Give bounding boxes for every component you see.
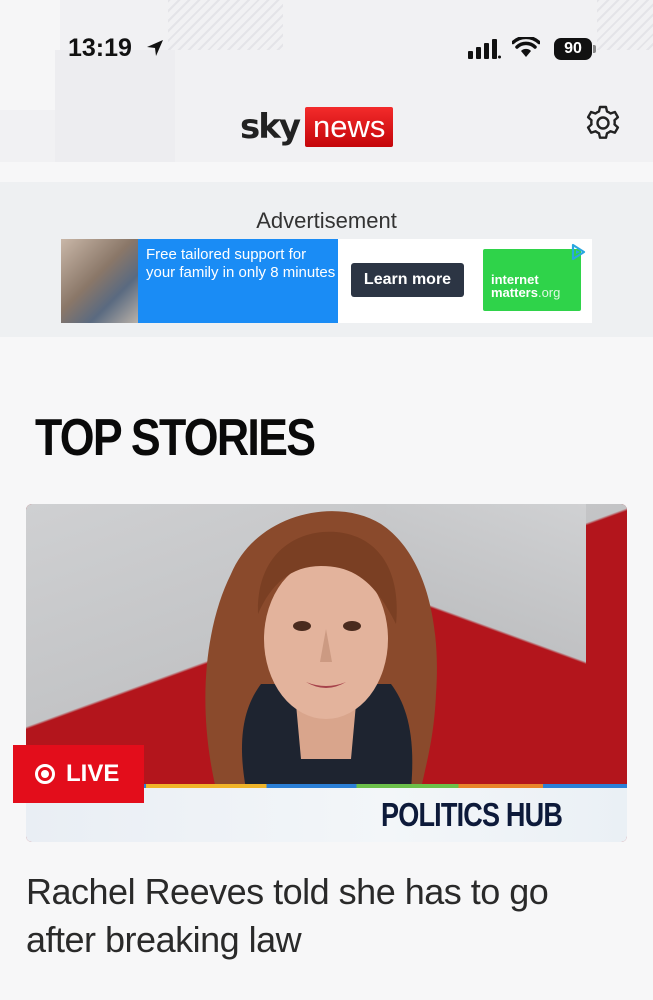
header-decoration bbox=[168, 0, 283, 50]
top-stories-heading: TOP STORIES bbox=[35, 409, 316, 467]
live-badge[interactable]: LIVE bbox=[13, 745, 144, 803]
sky-news-logo[interactable]: sky news bbox=[240, 106, 394, 148]
header-decoration bbox=[0, 0, 60, 110]
battery-level: 90 bbox=[564, 40, 582, 57]
location-arrow-icon bbox=[147, 40, 163, 56]
adchoices-icon[interactable] bbox=[569, 243, 587, 261]
live-badge-label: LIVE bbox=[66, 760, 120, 787]
learn-more-button[interactable]: Learn more bbox=[351, 263, 464, 297]
brand-suffix: .org bbox=[537, 285, 561, 300]
wifi-icon bbox=[512, 37, 540, 57]
logo-sky-text: sky bbox=[240, 107, 301, 147]
live-record-icon bbox=[35, 764, 55, 784]
ad-banner-text: Free tailored support for your family in… bbox=[138, 239, 338, 323]
gear-icon[interactable] bbox=[583, 103, 623, 143]
politics-hub-tag: POLITICS HUB bbox=[381, 796, 563, 833]
advertisement-section: Advertisement Free tailored support for … bbox=[0, 182, 653, 337]
header-decoration bbox=[597, 0, 653, 50]
ad-banner[interactable]: Free tailored support for your family in… bbox=[61, 239, 592, 323]
internet-matters-logo: internet matters.org bbox=[483, 249, 581, 311]
signal-icon bbox=[468, 39, 501, 59]
advertisement-label: Advertisement bbox=[256, 208, 397, 233]
battery-icon: 90 bbox=[554, 38, 592, 60]
app-header: 13:19 90 sky news bbox=[0, 0, 653, 162]
brand-line-2: matters.org bbox=[491, 286, 581, 299]
story-photo-person bbox=[205, 511, 437, 789]
battery-cap bbox=[593, 45, 596, 53]
status-time: 13:19 bbox=[68, 34, 132, 62]
header-decoration bbox=[55, 50, 175, 162]
brand-name: matters bbox=[491, 285, 538, 300]
logo-news-text: news bbox=[305, 107, 394, 147]
ad-photo bbox=[61, 239, 138, 323]
lead-story-headline[interactable]: Rachel Reeves told she has to go after b… bbox=[26, 868, 626, 964]
